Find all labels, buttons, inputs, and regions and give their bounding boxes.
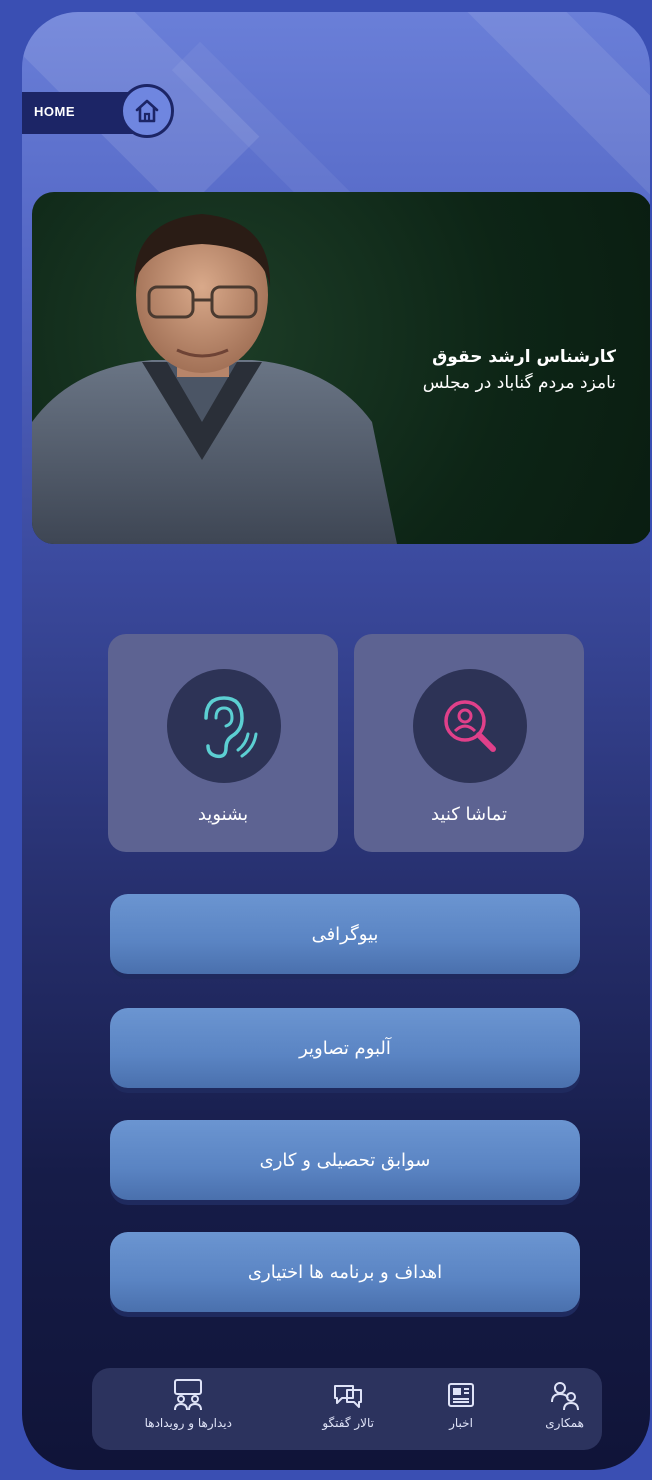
search-person-icon xyxy=(444,700,496,752)
people-icon xyxy=(550,1382,579,1411)
news-icon xyxy=(448,1383,474,1407)
nav-label: همکاری xyxy=(545,1416,584,1430)
candidate-photo xyxy=(32,214,397,544)
nav-label: دیدارها و رویدادها xyxy=(144,1416,232,1430)
hero-title: کارشناس ارشد حقوق xyxy=(432,347,616,367)
listen-tile[interactable]: بشنوید xyxy=(108,634,338,852)
home-icon xyxy=(135,99,159,123)
nav-item-forum[interactable]: تالار گفتگو xyxy=(322,1378,374,1430)
watch-label: تماشا کنید xyxy=(430,804,508,825)
listen-label: بشنوید xyxy=(197,804,249,825)
watch-icon-circle xyxy=(413,669,527,783)
goals-programs-button[interactable]: اهداف و برنامه ها اختیاری xyxy=(110,1232,580,1312)
app-screen: HOME کارشناس ارشد حقوق نامزد مردم گناباد… xyxy=(22,12,650,1470)
meeting-icon xyxy=(174,1379,203,1411)
education-career-button[interactable]: سوابق تحصیلی و کاری xyxy=(110,1120,580,1200)
chat-icon xyxy=(334,1385,363,1408)
watch-tile[interactable]: تماشا کنید xyxy=(354,634,584,852)
home-label: HOME xyxy=(34,104,75,119)
hero-text: کارشناس ارشد حقوق نامزد مردم گناباد در م… xyxy=(423,347,616,393)
nav-label: اخبار xyxy=(449,1416,473,1430)
bottom-nav: همکاری اخبار تالار گفتگو دیدارها و رویدا… xyxy=(92,1368,602,1450)
nav-item-cooperation[interactable]: همکاری xyxy=(545,1378,584,1430)
profile-banner: کارشناس ارشد حقوق نامزد مردم گناباد در م… xyxy=(32,192,650,544)
home-button[interactable] xyxy=(120,84,174,138)
listen-icon-circle xyxy=(167,669,281,783)
hero-subtitle: نامزد مردم گناباد در مجلس xyxy=(422,373,616,393)
nav-label: تالار گفتگو xyxy=(322,1416,374,1430)
biography-button[interactable]: بیوگرافی xyxy=(110,894,580,974)
photo-album-button[interactable]: آلبوم تصاویر xyxy=(110,1008,580,1088)
nav-item-news[interactable]: اخبار xyxy=(444,1378,478,1430)
ear-icon xyxy=(204,696,258,759)
nav-item-meetings[interactable]: دیدارها و رویدادها xyxy=(145,1378,232,1430)
